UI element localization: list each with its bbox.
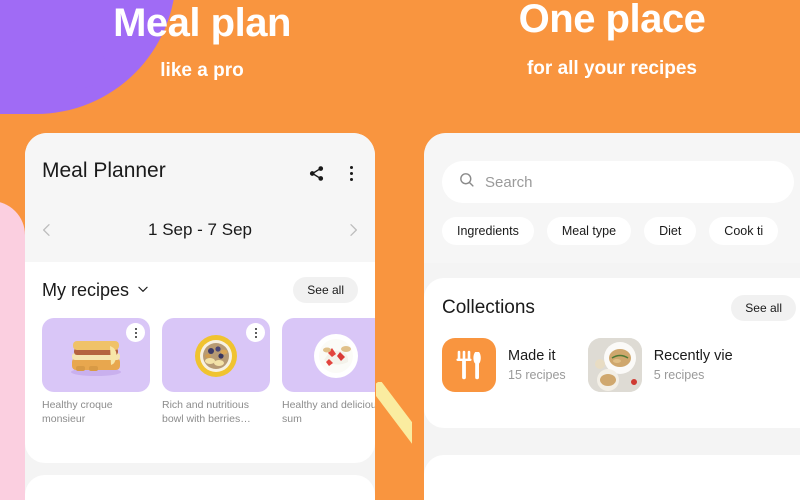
meal-planner-panel: Meal Planner 1 Sep - 7 Sep My recipes Se… (25, 133, 375, 500)
filter-chip-row: Ingredients Meal type Diet Cook ti (442, 217, 779, 245)
filter-chip-meal-type[interactable]: Meal type (546, 217, 632, 245)
recipe-card[interactable]: Healthy and delicious sum (282, 318, 375, 427)
filter-chip-cook-time[interactable]: Cook ti (709, 217, 779, 245)
yogurt-strawberry-photo (314, 334, 358, 378)
hero-right-title: One place (518, 0, 706, 41)
collection-item-recently-viewed[interactable]: Recently vie 5 recipes (587, 338, 733, 392)
collection-count: 5 recipes (653, 368, 705, 382)
croque-monsieur-photo (71, 341, 121, 376)
discover-panel: Search Ingredients Meal type Diet Cook t… (424, 133, 800, 500)
search-icon (458, 171, 475, 193)
week-range-label: 1 Sep - 7 Sep (148, 220, 252, 239)
recipe-menu-icon[interactable] (246, 323, 265, 342)
my-recipes-header: My recipes See all (42, 262, 358, 318)
recipe-card[interactable]: Healthy croque monsieur (42, 318, 150, 427)
discover-next-card (424, 455, 800, 500)
hero-left-title: Meal plan (113, 1, 291, 45)
screenshot-stage: Meal plan like a pro One place for all y… (0, 0, 800, 500)
collections-title: Collections (442, 297, 535, 318)
see-all-collections-button[interactable]: See all (731, 295, 796, 321)
collections-row: Made it 15 recipes Recently vie 5 recipe… (424, 338, 800, 392)
recipe-menu-icon[interactable] (126, 323, 145, 342)
yellow-stripe-decoration (376, 382, 412, 500)
collection-text-group: Recently vie 5 recipes (654, 348, 733, 382)
collections-card: Collections See all Made it 15 recipes R… (424, 278, 800, 428)
berry-bowl-photo (195, 335, 237, 377)
share-icon[interactable] (305, 162, 327, 184)
my-recipes-section: My recipes See all Healthy croque monsie… (25, 262, 375, 427)
pasta-photo (587, 338, 642, 392)
week-navigator: 1 Sep - 7 Sep (25, 207, 375, 253)
chevron-down-icon[interactable] (136, 280, 150, 301)
search-input[interactable]: Search (442, 161, 794, 203)
see-all-recipes-button[interactable]: See all (293, 277, 358, 303)
chevron-left-icon[interactable] (25, 208, 69, 252)
pink-blob-decoration (0, 201, 25, 500)
chevron-right-icon[interactable] (331, 208, 375, 252)
search-section: Search Ingredients Meal type Diet Cook t… (424, 133, 800, 263)
hero-right-subtitle: for all your recipes (526, 58, 697, 79)
hero-left-subtitle: like a pro (160, 60, 244, 81)
recipe-thumbnail[interactable] (42, 318, 150, 392)
hero-left: Meal plan like a pro (28, 0, 376, 120)
collection-text-group: Made it 15 recipes (508, 348, 566, 382)
recipe-thumbnail-row: Healthy croque monsieur Rich and nutriti… (42, 318, 375, 427)
filter-chip-ingredients[interactable]: Ingredients (442, 217, 534, 245)
my-recipes-title-group[interactable]: My recipes (42, 280, 150, 301)
collections-header: Collections See all (424, 278, 800, 338)
recipe-card[interactable]: Rich and nutritious bowl with berries… (162, 318, 270, 427)
collection-name: Made it (508, 348, 556, 364)
recipe-caption: Rich and nutritious bowl with berries… (162, 399, 251, 425)
collection-item-made-it[interactable]: Made it 15 recipes (442, 338, 566, 392)
recipe-caption: Healthy croque monsieur (42, 399, 113, 425)
recipe-caption: Healthy and delicious sum (282, 399, 375, 425)
search-placeholder: Search (485, 173, 533, 191)
hero-right: One place for all your recipes (424, 0, 800, 120)
meal-planner-header: Meal Planner 1 Sep - 7 Sep (25, 133, 375, 262)
filter-chip-diet[interactable]: Diet (644, 217, 697, 245)
collection-count: 15 recipes (508, 368, 566, 382)
kebab-menu-icon[interactable] (340, 162, 362, 184)
my-recipes-label: My recipes (42, 279, 130, 300)
meal-planner-next-card (25, 475, 375, 500)
recipe-thumbnail[interactable] (162, 318, 270, 392)
page-title: Meal Planner (42, 159, 166, 182)
collection-name: Recently vie (653, 348, 733, 364)
fork-knife-icon (442, 338, 496, 392)
meal-planner-card: Meal Planner 1 Sep - 7 Sep My recipes Se… (25, 133, 375, 463)
recipe-thumbnail[interactable] (282, 318, 375, 392)
